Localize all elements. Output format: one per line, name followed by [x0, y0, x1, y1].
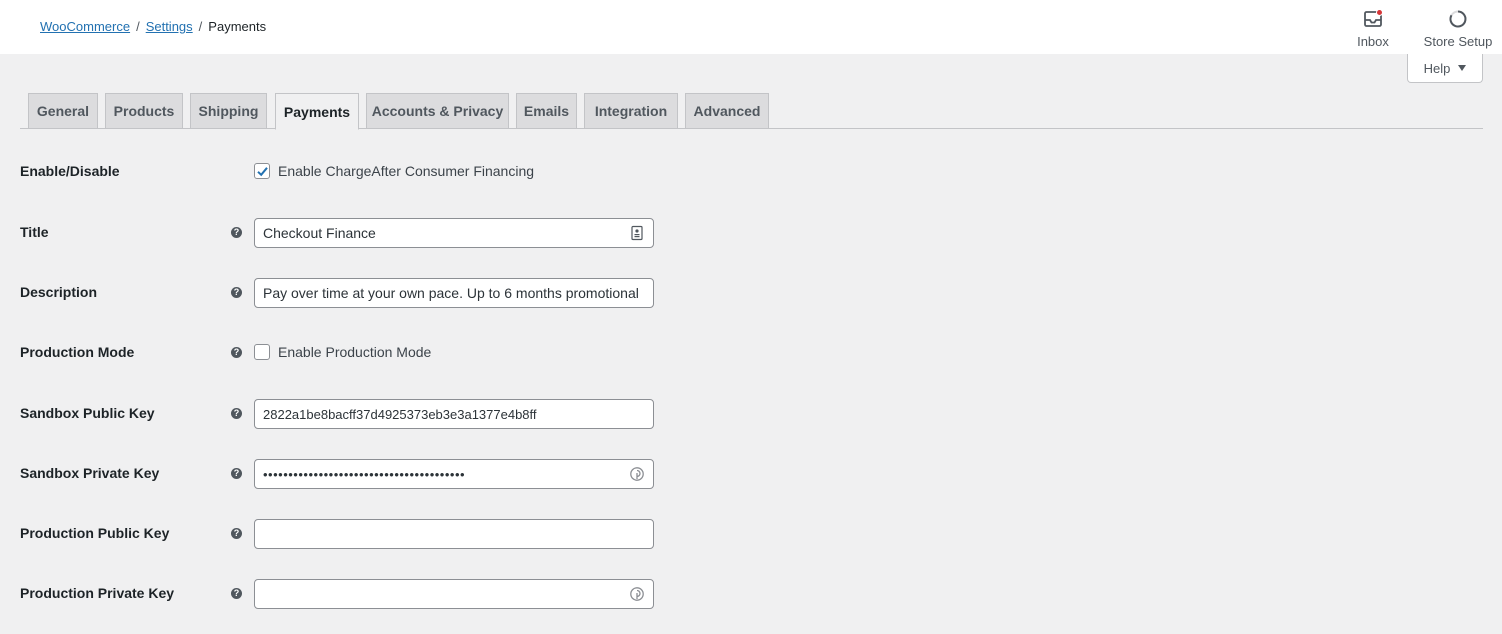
tab-general[interactable]: General: [28, 93, 98, 129]
production-private-key-input[interactable]: [254, 579, 654, 609]
production-mode-label: Production Mode: [20, 344, 135, 360]
progress-ring-icon: [1449, 10, 1467, 28]
sandbox-private-key-input[interactable]: ••••••••••••••••••••••••••••••••••••••••: [254, 459, 654, 489]
tab-shipping[interactable]: Shipping: [190, 93, 267, 129]
inbox-button[interactable]: Inbox: [1354, 8, 1392, 49]
checkmark-icon: [256, 166, 268, 176]
top-header-bar: WooCommerce / Settings / Payments Inbox …: [0, 0, 1502, 54]
tab-accounts-privacy[interactable]: Accounts & Privacy: [366, 93, 509, 129]
tab-emails[interactable]: Emails: [516, 93, 577, 129]
contact-card-icon[interactable]: [629, 225, 645, 241]
breadcrumb-woocommerce-link[interactable]: WooCommerce: [40, 19, 130, 34]
help-tip-icon[interactable]: ?: [231, 227, 242, 238]
production-public-key-input[interactable]: [254, 519, 654, 549]
help-tip-icon[interactable]: ?: [231, 588, 242, 599]
sandbox-private-key-label: Sandbox Private Key: [20, 465, 160, 481]
sandbox-private-key-value: ••••••••••••••••••••••••••••••••••••••••: [263, 466, 466, 482]
enable-financing-checkbox-label[interactable]: Enable ChargeAfter Consumer Financing: [278, 163, 534, 179]
production-private-key-label: Production Private Key: [20, 585, 175, 601]
tab-advanced[interactable]: Advanced: [685, 93, 769, 129]
enable-financing-checkbox[interactable]: [254, 163, 270, 179]
settings-tabs: General Products Shipping Payments Accou…: [20, 93, 1483, 130]
sandbox-public-key-input[interactable]: 2822a1be8bacff37d4925373eb3e3a1377e4b8ff: [254, 399, 654, 429]
help-button[interactable]: Help: [1407, 54, 1483, 83]
help-tip-icon[interactable]: ?: [231, 347, 242, 358]
store-setup-label: Store Setup: [1423, 34, 1493, 49]
production-mode-checkbox-label[interactable]: Enable Production Mode: [278, 344, 431, 360]
caret-down-icon: [1458, 65, 1467, 71]
production-public-key-label: Production Public Key: [20, 525, 170, 541]
enable-disable-label: Enable/Disable: [20, 163, 120, 179]
tab-payments[interactable]: Payments: [275, 93, 359, 130]
breadcrumb-current-page: Payments: [208, 19, 267, 34]
inbox-icon: [1364, 9, 1383, 27]
production-mode-checkbox[interactable]: [254, 344, 270, 360]
sandbox-public-key-value: 2822a1be8bacff37d4925373eb3e3a1377e4b8ff: [263, 406, 537, 422]
title-label: Title: [20, 224, 49, 240]
title-input-value: Checkout Finance: [263, 225, 376, 241]
breadcrumb-separator: /: [198, 19, 203, 34]
help-tip-icon[interactable]: ?: [231, 287, 242, 298]
breadcrumb-separator: /: [136, 19, 140, 34]
help-tip-icon[interactable]: ?: [231, 468, 242, 479]
title-input[interactable]: Checkout Finance: [254, 218, 654, 248]
breadcrumb-settings-link[interactable]: Settings: [146, 19, 193, 34]
sandbox-public-key-label: Sandbox Public Key: [20, 405, 155, 421]
password-manager-icon[interactable]: [629, 466, 645, 482]
help-label: Help: [1423, 60, 1451, 76]
help-tip-icon[interactable]: ?: [231, 408, 242, 419]
help-tip-icon[interactable]: ?: [231, 528, 242, 539]
description-input-value: Pay over time at your own pace. Up to 6 …: [263, 285, 639, 301]
store-setup-button[interactable]: Store Setup: [1422, 8, 1494, 49]
tab-products[interactable]: Products: [105, 93, 183, 129]
description-input[interactable]: Pay over time at your own pace. Up to 6 …: [254, 278, 654, 308]
inbox-label: Inbox: [1357, 34, 1389, 49]
tab-integration[interactable]: Integration: [584, 93, 678, 129]
description-label: Description: [20, 284, 98, 300]
password-manager-icon[interactable]: [629, 586, 645, 602]
breadcrumb: WooCommerce / Settings / Payments: [40, 19, 266, 34]
